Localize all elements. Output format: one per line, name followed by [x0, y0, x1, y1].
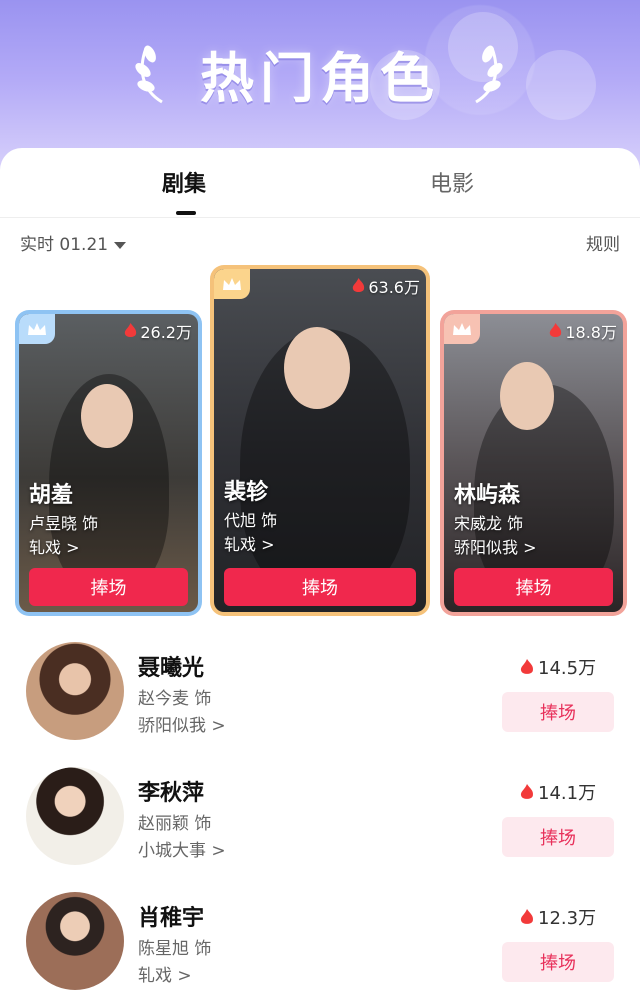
crown-icon: [444, 314, 480, 344]
drama-link[interactable]: 轧戏 >: [138, 961, 192, 986]
heat-number: 26.2万: [140, 323, 192, 342]
support-button[interactable]: 捧场: [29, 568, 188, 606]
flame-icon: [520, 658, 534, 674]
support-button[interactable]: 捧场: [502, 942, 614, 982]
heat-number: 63.6万: [368, 278, 420, 297]
laurel-right-icon: [475, 45, 503, 104]
character-name: 胡羞: [29, 483, 74, 508]
heat-value: 18.8万: [549, 319, 617, 343]
top-card-rank-3[interactable]: 18.8万 林屿森 宋威龙 饰 骄阳似我 > 捧场: [440, 310, 627, 616]
top-card-rank-1[interactable]: 63.6万 裴轸 代旭 饰 轧戏 > 捧场: [210, 265, 430, 616]
actor-name: 代旭 饰: [224, 511, 278, 530]
actor-name: 宋威龙 饰: [454, 514, 524, 533]
actor-name: 赵今麦 饰: [138, 689, 212, 709]
flame-icon: [353, 278, 365, 292]
flame-icon: [520, 908, 534, 924]
filter-bar: 实时 01.21 规则: [20, 230, 620, 255]
crown-icon: [214, 269, 250, 299]
realtime-date-selector[interactable]: 实时 01.21: [20, 230, 127, 255]
heat-number: 18.8万: [565, 323, 617, 342]
heat-number: 14.1万: [538, 783, 597, 804]
character-name: 李秋萍: [138, 781, 205, 806]
flame-icon: [550, 323, 562, 337]
support-button[interactable]: 捧场: [502, 817, 614, 857]
support-button[interactable]: 捧场: [224, 568, 416, 606]
avatar: [26, 642, 124, 740]
character-photo: 26.2万 胡羞 卢昱晓 饰 轧戏 > 捧场: [19, 314, 198, 612]
heat-value: 12.3万: [520, 904, 596, 930]
top-card-rank-2[interactable]: 26.2万 胡羞 卢昱晓 饰 轧戏 > 捧场: [15, 310, 202, 616]
actor-name: 陈星旭 饰: [138, 939, 212, 959]
list-item[interactable]: 肖稚宇 陈星旭 饰 轧戏 > 12.3万 捧场: [0, 892, 640, 1002]
avatar: [26, 767, 124, 865]
drama-link[interactable]: 轧戏 >: [29, 534, 80, 558]
tab-movies[interactable]: 电影: [430, 166, 474, 198]
flame-icon: [520, 783, 534, 799]
drama-link[interactable]: 骄阳似我 >: [454, 534, 537, 558]
heat-value: 14.5万: [520, 654, 596, 680]
rules-link[interactable]: 规则: [586, 230, 620, 255]
page-title: 热门角色: [200, 47, 440, 110]
tab-series[interactable]: 剧集: [162, 166, 206, 198]
actor-name: 卢昱晓 饰: [29, 514, 99, 533]
heat-number: 12.3万: [538, 908, 597, 929]
drama-link[interactable]: 轧戏 >: [224, 531, 275, 555]
drama-link[interactable]: 骄阳似我 >: [138, 711, 226, 736]
avatar: [26, 892, 124, 990]
list-item[interactable]: 聂曦光 赵今麦 饰 骄阳似我 > 14.5万 捧场: [0, 642, 640, 752]
actor-name: 赵丽颖 饰: [138, 814, 212, 834]
caret-down-icon: [114, 241, 127, 249]
realtime-date-label: 实时 01.21: [20, 235, 109, 255]
character-name: 肖稚宇: [138, 906, 205, 931]
heat-value: 26.2万: [124, 319, 192, 343]
heat-value: 14.1万: [520, 779, 596, 805]
active-tab-indicator: [176, 211, 196, 215]
drama-link[interactable]: 小城大事 >: [138, 836, 226, 861]
character-name: 裴轸: [224, 480, 269, 505]
heat-number: 14.5万: [538, 658, 597, 679]
list-item[interactable]: 李秋萍 赵丽颖 饰 小城大事 > 14.1万 捧场: [0, 767, 640, 877]
character-name: 聂曦光: [138, 656, 205, 681]
character-name: 林屿森: [454, 483, 521, 508]
flame-icon: [125, 323, 137, 337]
character-photo: 18.8万 林屿森 宋威龙 饰 骄阳似我 > 捧场: [444, 314, 623, 612]
tab-bar: 剧集 电影: [0, 148, 640, 218]
heat-value: 63.6万: [352, 274, 420, 298]
character-photo: 63.6万 裴轸 代旭 饰 轧戏 > 捧场: [214, 269, 426, 612]
crown-icon: [19, 314, 55, 344]
support-button[interactable]: 捧场: [454, 568, 613, 606]
support-button[interactable]: 捧场: [502, 692, 614, 732]
